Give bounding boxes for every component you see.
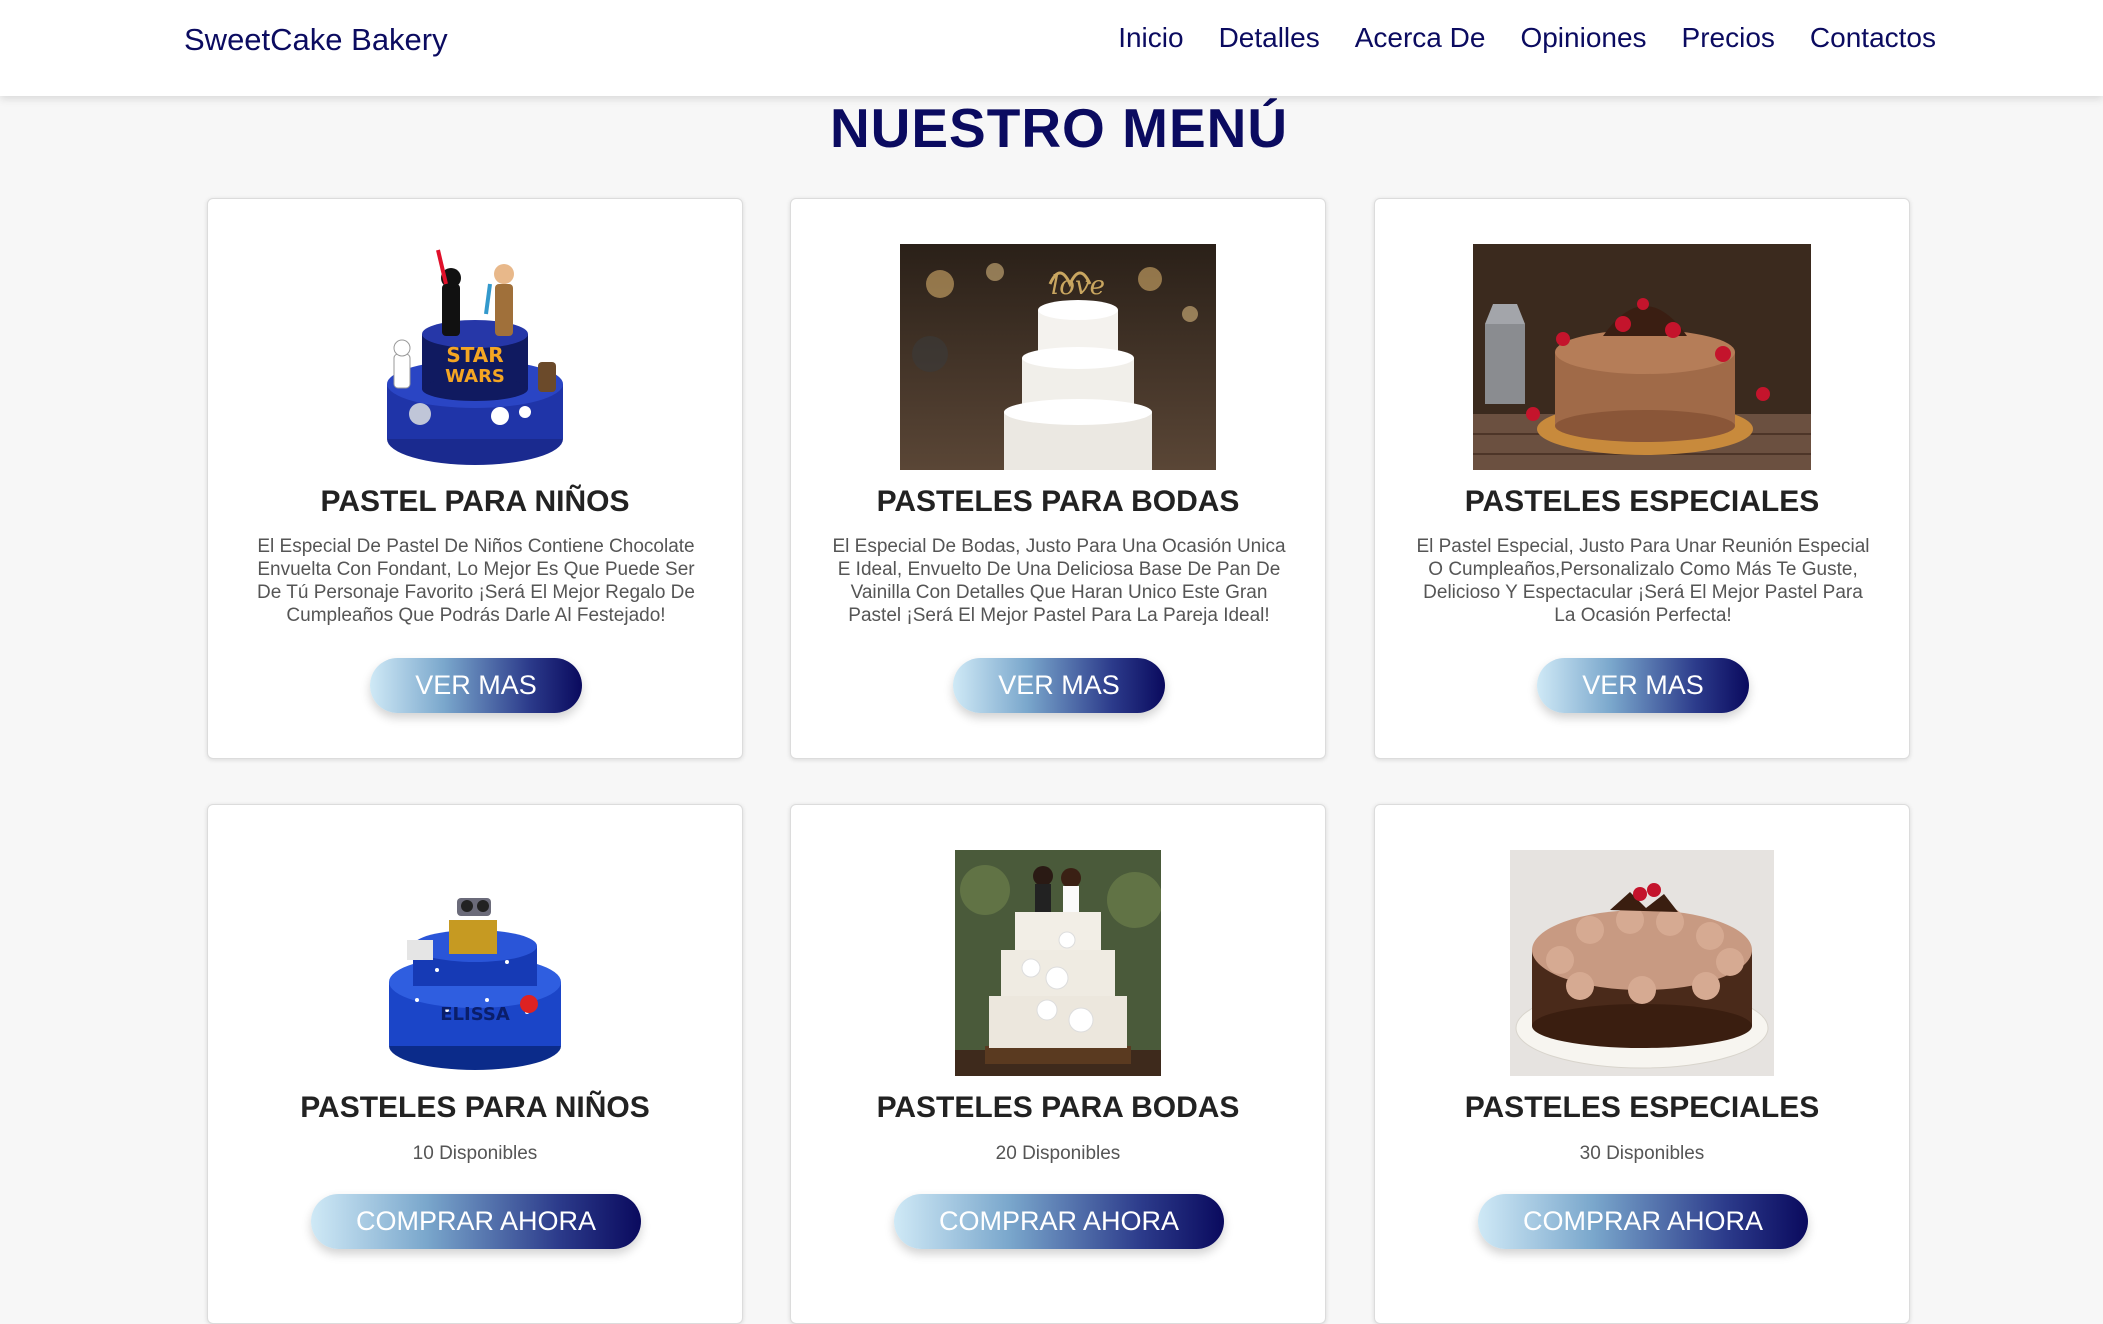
card-title: PASTELES PARA BODAS	[876, 485, 1240, 518]
card-description: El Especial De Bodas, Justo Para Una Oca…	[832, 536, 1286, 626]
nav-acerca-de[interactable]: Acerca De	[1355, 22, 1486, 54]
card-description: El Especial De Pastel De Niños Contiene …	[257, 536, 695, 626]
ver-mas-button[interactable]: VER MAS	[370, 658, 582, 713]
product-card-specials: PASTELES ESPECIALES 30 Disponibles COMPR…	[1374, 804, 1910, 1324]
nav-precios[interactable]: Precios	[1682, 22, 1775, 54]
svg-text:love: love	[1051, 271, 1105, 301]
card-description: El Pastel Especial, Justo Para Unar Reun…	[1416, 536, 1870, 626]
comprar-ahora-button[interactable]: COMPRAR AHORA	[311, 1194, 641, 1249]
nav-links: Inicio Detalles Acerca De Opiniones Prec…	[1083, 22, 1936, 54]
kids-cake-image: STAR WARS	[208, 244, 742, 470]
ver-mas-button[interactable]: VER MAS	[953, 658, 1165, 713]
card-title: PASTEL PARA NIÑOS	[320, 485, 630, 518]
card-title: PASTELES ESPECIALES	[1464, 1091, 1820, 1124]
svg-text:ELISSA: ELISSA	[440, 1004, 510, 1025]
svg-text:WARS: WARS	[445, 366, 505, 387]
brand-logo[interactable]: SweetCake Bakery	[184, 22, 448, 58]
nav-inicio[interactable]: Inicio	[1118, 22, 1183, 54]
wall-e-cake-image: ELISSA	[208, 850, 742, 1076]
product-card-weddings: PASTELES PARA BODAS 20 Disponibles COMPR…	[790, 804, 1326, 1324]
chocolate-cream-cake-image	[1375, 850, 1909, 1076]
card-title: PASTELES ESPECIALES	[1464, 485, 1820, 518]
special-cake-image	[1375, 244, 1909, 470]
availability-count: 10 Disponibles	[412, 1143, 538, 1164]
nav-opiniones[interactable]: Opiniones	[1520, 22, 1646, 54]
comprar-ahora-button[interactable]: COMPRAR AHORA	[1478, 1194, 1808, 1249]
ver-mas-button[interactable]: VER MAS	[1537, 658, 1749, 713]
menu-card-specials: PASTELES ESPECIALES El Pastel Especial, …	[1374, 198, 1910, 759]
menu-card-kids: STAR WARS PASTEL PARA NIÑOS El Especial …	[207, 198, 743, 759]
nav-contactos[interactable]: Contactos	[1810, 22, 1936, 54]
comprar-ahora-button[interactable]: COMPRAR AHORA	[894, 1194, 1224, 1249]
floral-wedding-cake-image	[791, 850, 1325, 1076]
availability-count: 20 Disponibles	[995, 1143, 1121, 1164]
menu-title: NUESTRO MENÚ	[829, 97, 1289, 159]
menu-card-weddings: love PASTELES PARA BODAS El Especial De …	[790, 198, 1326, 759]
navbar: SweetCake Bakery Inicio Detalles Acerca …	[0, 0, 2103, 96]
card-title: PASTELES PARA BODAS	[876, 1091, 1240, 1124]
product-card-kids: ELISSA PASTELES PARA NIÑOS 10 Disponible…	[207, 804, 743, 1324]
svg-text:STAR: STAR	[446, 343, 503, 367]
nav-detalles[interactable]: Detalles	[1219, 22, 1320, 54]
card-title: PASTELES PARA NIÑOS	[300, 1091, 650, 1124]
availability-count: 30 Disponibles	[1579, 1143, 1705, 1164]
wedding-cake-image: love	[791, 244, 1325, 470]
